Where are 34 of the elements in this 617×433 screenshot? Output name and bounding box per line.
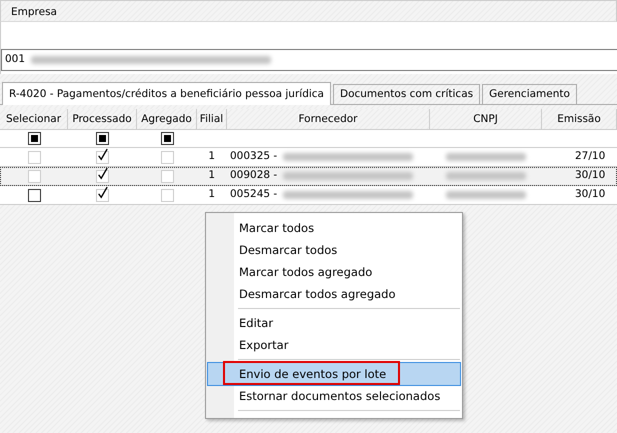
column-header: Processado [72, 113, 132, 125]
filter-checkbox[interactable] [96, 132, 109, 145]
tab[interactable]: Gerenciamento [482, 84, 577, 104]
column-header: Fornecedor [298, 113, 358, 125]
company-code: 001 [5, 52, 26, 68]
tab[interactable]: R-4020 - Pagamentos/créditos a beneficiário pessoa jurídica [2, 82, 331, 105]
column-header: Agregado [141, 113, 192, 125]
table-cell-text: 1 [208, 168, 215, 184]
menu-item[interactable]: Estornar documentos selecionados [208, 385, 460, 407]
filter-checkbox[interactable] [28, 132, 40, 145]
menu-item[interactable]: Desmarcar todos [208, 239, 460, 261]
tab[interactable]: Documentos com críticas [333, 84, 480, 104]
field-label: Empresa [11, 6, 57, 18]
menu-item[interactable]: Envio de eventos por lote [208, 363, 460, 385]
column-header: Selecionar [6, 113, 62, 125]
menu-item[interactable]: Desmarcar todos agregado [208, 283, 460, 305]
table-cell-text: 27/10 [575, 149, 606, 164]
table-cell-text: 009028 - [230, 168, 278, 184]
table-cell-text: 30/10 [575, 168, 606, 184]
menu-item[interactable]: Marcar todos agregado [208, 261, 460, 283]
column-header: Emissão [557, 113, 601, 125]
table-cell-text: 1 [208, 149, 215, 164]
company-field[interactable]: 001 [1, 49, 617, 71]
table-cell-text: 30/10 [575, 187, 606, 202]
filter-checkbox[interactable] [160, 132, 174, 145]
menu-item[interactable]: Editar [208, 312, 460, 334]
table-cell-text: 000325 - [230, 149, 278, 164]
menu-item[interactable]: Marcar todos [208, 217, 460, 239]
checkbox[interactable] [28, 188, 40, 202]
column-header: Filial [200, 113, 224, 125]
table-cell-text: 005245 - [230, 187, 278, 202]
column-header: CNPJ [473, 113, 498, 125]
menu-item[interactable]: Exportar [208, 334, 460, 356]
table-cell-text: 1 [208, 187, 215, 202]
